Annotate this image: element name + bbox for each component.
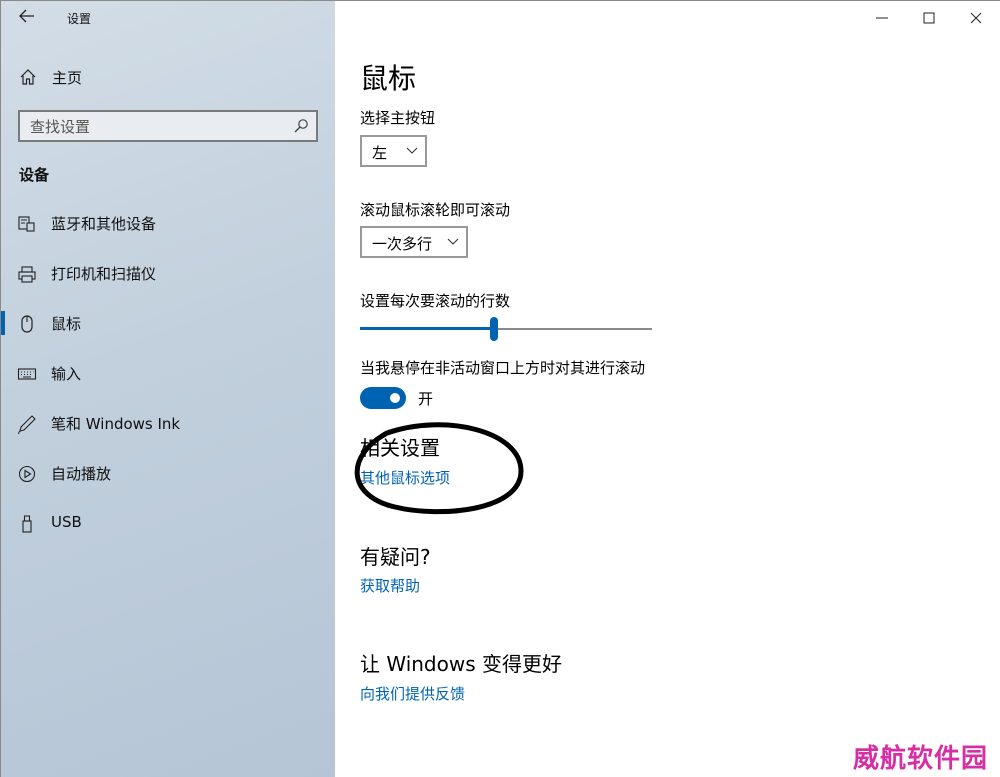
- sidebar-item-home[interactable]: 主页: [1, 61, 335, 93]
- sidebar-item-label: 笔和 Windows Ink: [51, 415, 181, 433]
- autoplay-icon: [18, 465, 36, 483]
- home-icon: [20, 69, 36, 85]
- scroll-wheel-dropdown[interactable]: 一次多行: [360, 226, 468, 258]
- minimize-icon: [876, 17, 888, 19]
- close-icon: [970, 12, 982, 24]
- related-settings-heading: 相关设置: [360, 436, 440, 460]
- get-help-link[interactable]: 获取帮助: [360, 575, 420, 596]
- inactive-scroll-toggle[interactable]: [360, 387, 406, 409]
- main-pane: 鼠标 选择主按钮 左 滚动鼠标滚轮即可滚动 一次多行 设置每次要滚动的行数 当我…: [335, 1, 1000, 777]
- active-indicator: [1, 311, 5, 335]
- sidebar-item-label: 鼠标: [51, 315, 82, 333]
- settings-window: 设置 主页 设备 蓝牙和其他设备: [0, 0, 1000, 777]
- sidebar-item-usb[interactable]: USB: [1, 503, 335, 543]
- sidebar-item-pen[interactable]: 笔和 Windows Ink: [1, 403, 335, 443]
- lines-to-scroll-label: 设置每次要滚动的行数: [360, 292, 511, 310]
- sidebar-item-label: 主页: [52, 69, 83, 87]
- slider-thumb[interactable]: [490, 317, 498, 341]
- mouse-icon: [21, 315, 33, 333]
- sidebar-item-autoplay[interactable]: 自动播放: [1, 453, 335, 493]
- sidebar-item-label: 输入: [51, 365, 82, 383]
- dropdown-value: 左: [372, 144, 388, 162]
- app-title: 设置: [67, 12, 92, 26]
- dropdown-value: 一次多行: [372, 235, 433, 253]
- sidebar-item-label: 自动播放: [51, 465, 112, 483]
- minimize-button[interactable]: [862, 5, 902, 31]
- sidebar-item-typing[interactable]: 输入: [1, 353, 335, 393]
- sidebar-item-mouse[interactable]: 鼠标: [1, 303, 335, 343]
- sidebar-item-label: 蓝牙和其他设备: [51, 215, 157, 233]
- lines-to-scroll-slider[interactable]: [360, 315, 652, 345]
- search-icon[interactable]: [293, 118, 309, 134]
- toggle-knob: [390, 393, 400, 403]
- feedback-heading: 让 Windows 变得更好: [360, 652, 562, 676]
- primary-button-dropdown[interactable]: 左: [360, 135, 427, 167]
- maximize-icon: [923, 12, 935, 24]
- toggle-state-label: 开: [418, 390, 434, 408]
- chevron-down-icon: [447, 238, 459, 245]
- sidebar-item-label: USB: [51, 513, 82, 531]
- slider-fill: [360, 327, 494, 330]
- scroll-wheel-label: 滚动鼠标滚轮即可滚动: [360, 201, 511, 219]
- pen-icon: [18, 415, 36, 434]
- feedback-link[interactable]: 向我们提供反馈: [360, 683, 465, 704]
- help-heading: 有疑问?: [360, 545, 431, 569]
- primary-button-label: 选择主按钮: [360, 109, 436, 127]
- inactive-scroll-label: 当我悬停在非活动窗口上方时对其进行滚动: [360, 359, 646, 377]
- sidebar-item-label: 打印机和扫描仪: [51, 265, 157, 283]
- bluetooth-devices-icon: [18, 216, 35, 232]
- close-button[interactable]: [956, 5, 996, 31]
- title-bar: 设置: [1, 1, 335, 35]
- search-box[interactable]: [18, 110, 318, 142]
- search-input[interactable]: [30, 117, 280, 137]
- sidebar: 设置 主页 设备 蓝牙和其他设备: [1, 1, 335, 777]
- maximize-button[interactable]: [909, 5, 949, 31]
- section-heading: 设备: [19, 166, 50, 184]
- back-arrow-icon[interactable]: [15, 7, 39, 29]
- keyboard-icon: [17, 368, 37, 380]
- watermark-text: 威航软件园: [853, 744, 989, 774]
- sidebar-item-bluetooth[interactable]: 蓝牙和其他设备: [1, 203, 335, 243]
- printer-icon: [18, 266, 36, 283]
- other-mouse-options-link[interactable]: 其他鼠标选项: [360, 467, 450, 488]
- chevron-down-icon: [406, 147, 418, 154]
- sidebar-item-printers[interactable]: 打印机和扫描仪: [1, 253, 335, 293]
- usb-icon: [22, 515, 32, 533]
- page-title: 鼠标: [360, 62, 417, 95]
